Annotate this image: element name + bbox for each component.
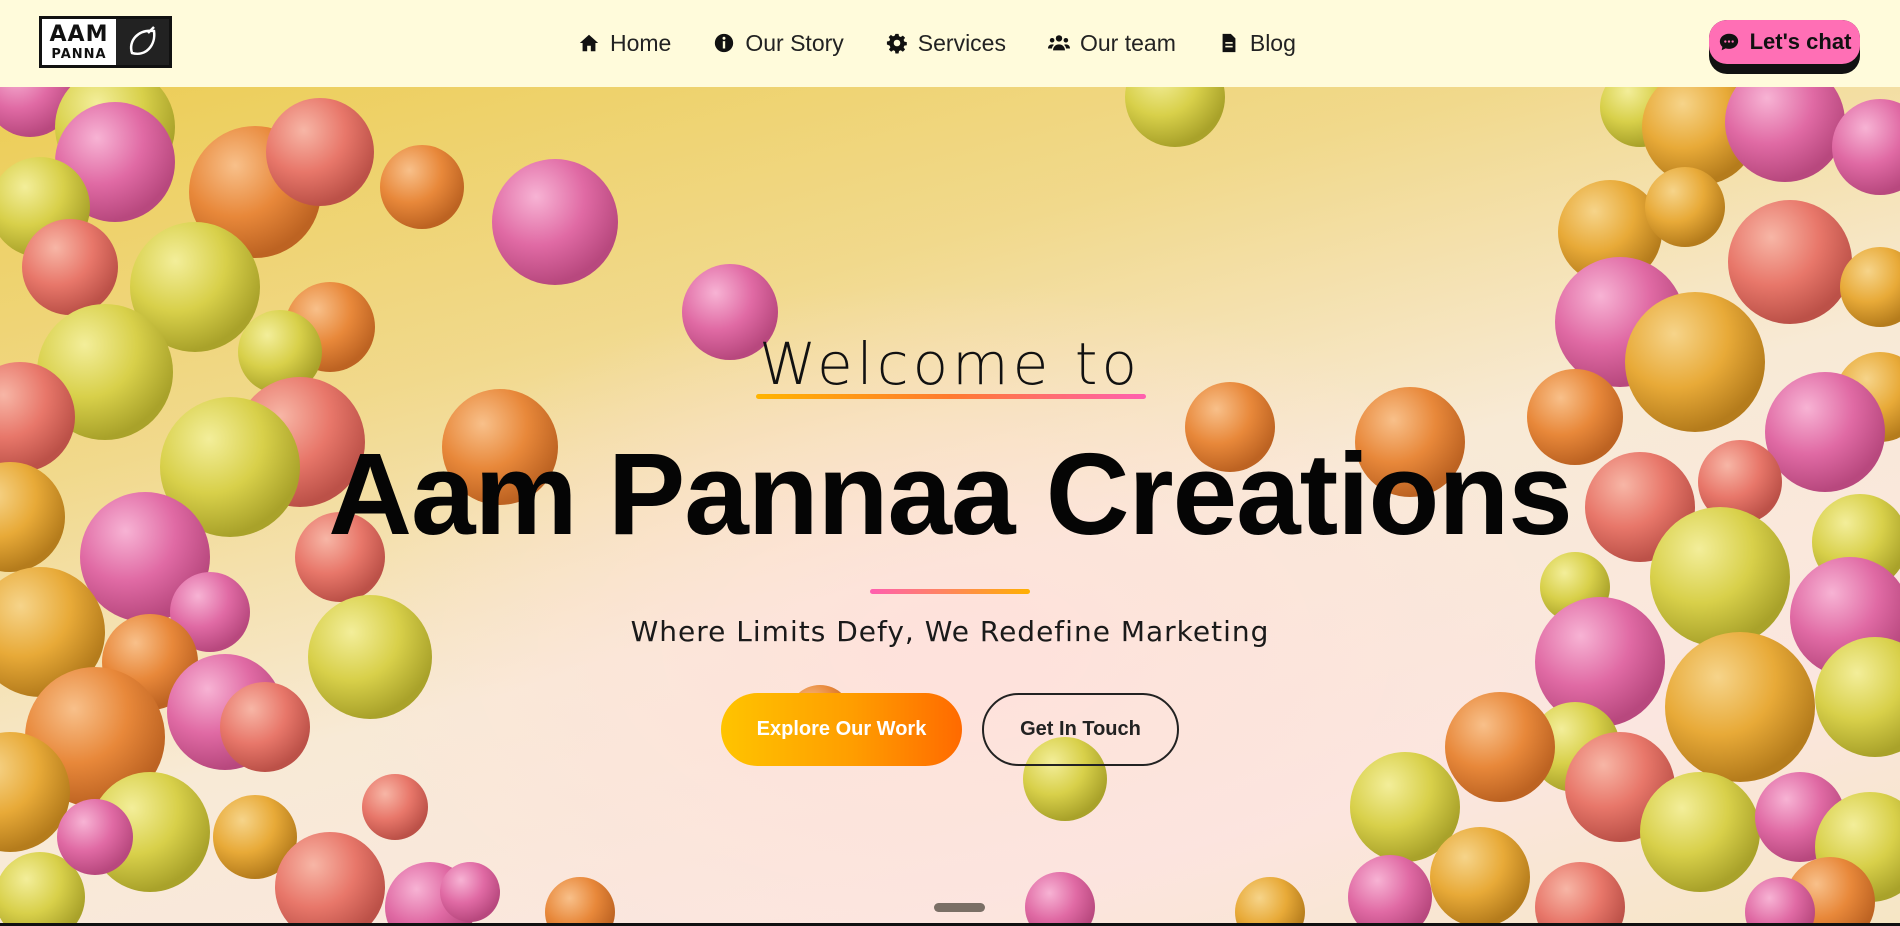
main-navigation: Home Our Story Services Our team Blog — [578, 28, 1296, 58]
nav-our-story-label: Our Story — [745, 29, 844, 56]
nav-blog[interactable]: Blog — [1218, 30, 1296, 57]
scroll-indicator[interactable] — [934, 903, 985, 912]
nav-services[interactable]: Services — [886, 30, 1006, 57]
nav-our-story[interactable]: Our Story — [713, 29, 844, 57]
welcome-underline — [756, 394, 1146, 399]
nav-our-team[interactable]: Our team — [1047, 29, 1176, 57]
nav-blog-label: Blog — [1249, 29, 1296, 56]
home-icon — [579, 34, 599, 52]
lets-chat-label: Let's chat — [1749, 29, 1852, 54]
title-underline — [870, 589, 1030, 594]
hero-section: Welcome to Aam Pannaa Creations Where Li… — [0, 87, 1900, 926]
gear-icon — [886, 33, 907, 54]
lets-chat-button-face: Let's chat — [1709, 20, 1860, 64]
logo-wordmark: AAM PANNA — [42, 19, 116, 65]
get-in-touch-button[interactable]: Get In Touch — [982, 693, 1179, 766]
nav-home-label: Home — [610, 29, 672, 56]
hero-tagline: Where Limits Defy, We Redefine Marketing — [630, 615, 1270, 648]
hero-title: Aam Pannaa Creations — [328, 429, 1573, 559]
team-icon — [1047, 35, 1070, 51]
mango-leaf-icon — [116, 19, 169, 65]
document-icon — [1222, 33, 1236, 53]
nav-home[interactable]: Home — [578, 30, 671, 57]
brand-logo[interactable]: AAM PANNA — [39, 16, 172, 68]
explore-our-work-button[interactable]: Explore Our Work — [721, 693, 962, 766]
top-navbar: AAM PANNA Home Our Story Services Our te… — [0, 0, 1900, 87]
hero-content: Welcome to Aam Pannaa Creations Where Li… — [0, 87, 1900, 926]
welcome-heading: Welcome to — [759, 330, 1141, 398]
info-icon — [715, 33, 734, 53]
nav-our-team-label: Our team — [1079, 29, 1176, 56]
logo-line-2: PANNA — [51, 46, 107, 62]
lets-chat-button[interactable]: Let's chat — [1709, 20, 1860, 74]
logo-line-1: AAM — [49, 21, 109, 47]
nav-services-label: Services — [917, 29, 1006, 56]
chat-bubble-icon — [1719, 33, 1738, 51]
